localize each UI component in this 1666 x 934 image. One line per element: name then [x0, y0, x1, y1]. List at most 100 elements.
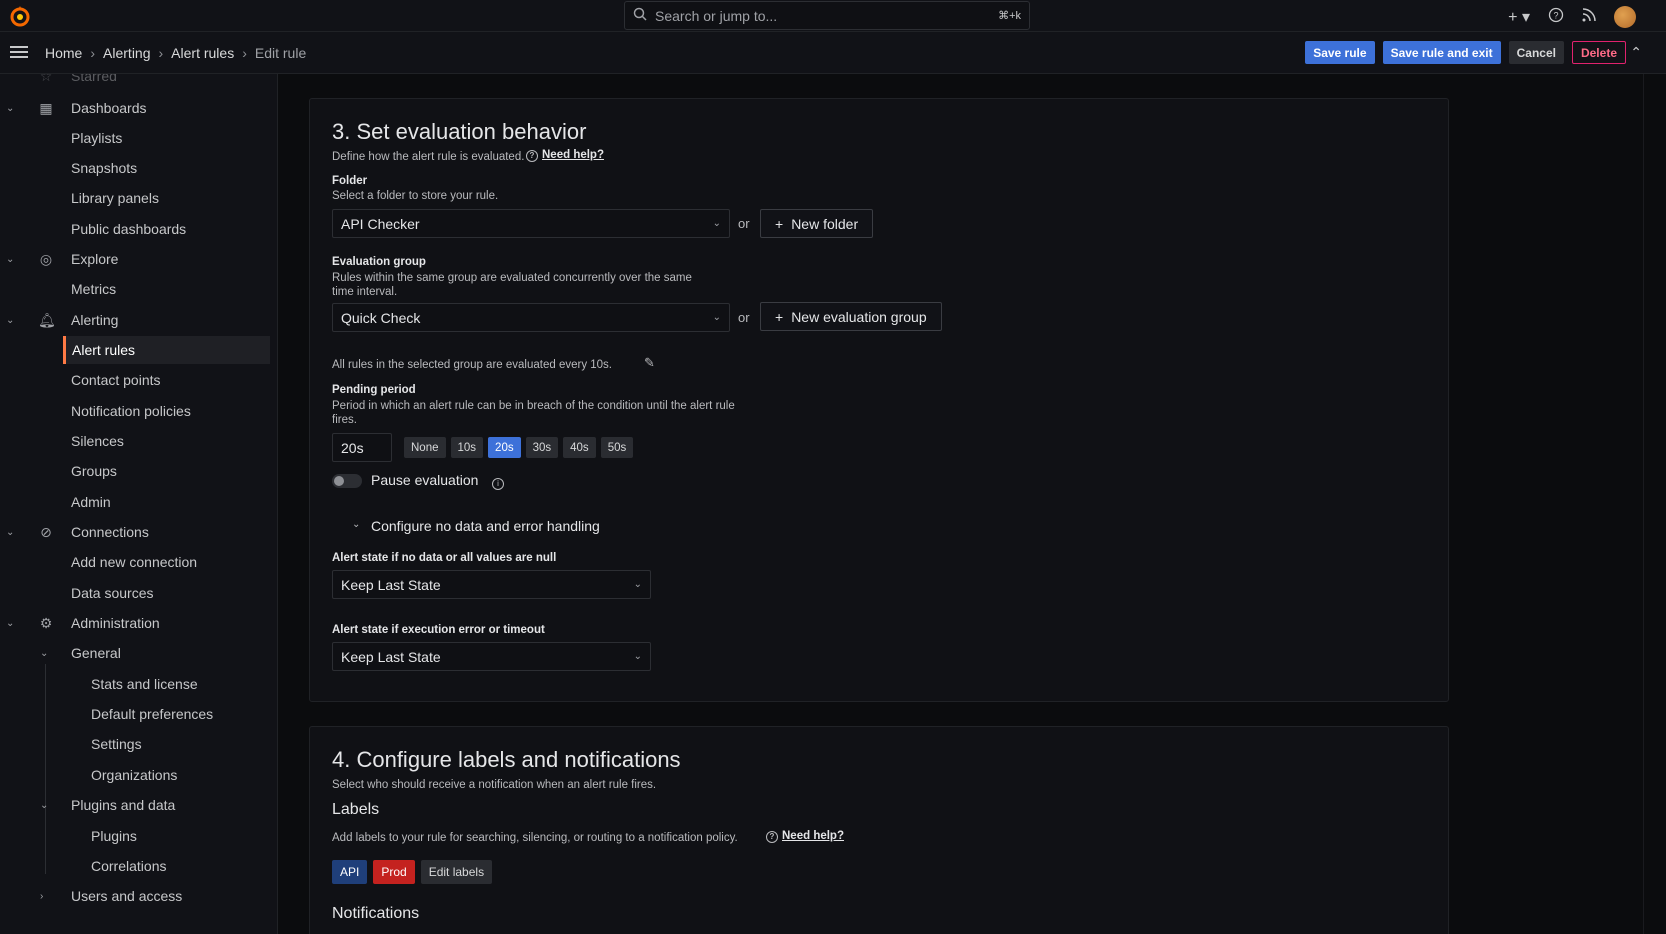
plug-icon: ⊘ [40, 524, 52, 540]
need-help-link[interactable]: ? Need help? [766, 830, 844, 843]
edit-labels-button[interactable]: Edit labels [420, 860, 493, 884]
search-input[interactable]: Search or jump to... ⌘+k [624, 1, 1030, 30]
compass-icon: ◎ [39, 251, 53, 267]
chevron-down-icon[interactable]: ⌄ [6, 254, 14, 265]
delete-button[interactable]: Delete [1571, 41, 1626, 64]
chevron-right-icon[interactable]: › [40, 891, 43, 902]
pending-option-30s[interactable]: 30s [525, 437, 559, 458]
sidebar-item-general[interactable]: ⌄ General [0, 639, 270, 667]
info-icon: ? [526, 150, 538, 162]
sidebar-item-groups[interactable]: Groups [0, 457, 270, 485]
label-chip-api: API [332, 860, 368, 884]
pending-option-10s[interactable]: 10s [450, 437, 484, 458]
notifications-heading: Notifications [332, 905, 420, 922]
sidebar-item-silences[interactable]: Silences [0, 427, 270, 455]
save-rule-button[interactable]: Save rule [1305, 41, 1375, 64]
sidebar-item-admin[interactable]: Admin [0, 488, 270, 516]
chevron-right-icon: › [242, 45, 247, 61]
sidebar-item-public-dashboards[interactable]: Public dashboards [0, 215, 270, 243]
section-description: Select who should receive a notification… [332, 779, 657, 791]
sidebar-item-users-access[interactable]: › Users and access [0, 882, 270, 910]
apps-icon: ▦ [39, 100, 53, 116]
grafana-logo-icon[interactable] [8, 4, 32, 28]
error-state-label: Alert state if execution error or timeou… [332, 624, 545, 636]
chevron-down-icon[interactable]: ⌄ [6, 527, 14, 538]
avatar[interactable] [1614, 6, 1636, 28]
sidebar-item-starred[interactable]: ☆ Starred [0, 74, 270, 90]
info-icon[interactable]: i [492, 474, 508, 490]
pending-period-options: None 10s 20s 30s 40s 50s [404, 437, 634, 458]
sidebar-item-metrics[interactable]: Metrics [0, 275, 270, 303]
chevron-right-icon: › [90, 45, 96, 61]
chevron-down-icon: ⌄ [633, 651, 642, 662]
section-title: 4. Configure labels and notifications [332, 747, 681, 772]
scrollbar[interactable] [1643, 74, 1666, 934]
folder-select[interactable]: API Checker ⌄ [332, 209, 730, 238]
pause-evaluation-label: Pause evaluation [371, 472, 479, 488]
pending-period-label: Pending period [332, 384, 416, 396]
chevron-down-icon[interactable]: ⌄ [6, 103, 14, 114]
pending-option-40s[interactable]: 40s [563, 437, 596, 458]
breadcrumb-alerting[interactable]: Alerting [103, 45, 150, 61]
new-evaluation-group-button[interactable]: + New evaluation group [760, 302, 942, 331]
chevron-down-icon: ⌄ [712, 218, 721, 229]
sidebar-item-administration[interactable]: ⌄ ⚙ Administration [0, 609, 270, 637]
chevron-down-icon[interactable]: ⌄ [6, 618, 14, 629]
sidebar-item-stats-license[interactable]: Stats and license [0, 670, 270, 698]
sidebar-item-explore[interactable]: ⌄ ◎ Explore [0, 245, 270, 273]
pending-option-50s[interactable]: 50s [600, 437, 634, 458]
pause-evaluation-toggle[interactable] [332, 474, 362, 488]
pending-period-input[interactable]: 20s [332, 433, 392, 462]
save-rule-exit-button[interactable]: Save rule and exit [1382, 41, 1501, 64]
sidebar-item-connections[interactable]: ⌄ ⊘ Connections [0, 518, 270, 546]
sidebar-item-snapshots[interactable]: Snapshots [0, 154, 270, 182]
need-help-link[interactable]: ? Need help? [526, 149, 604, 162]
sidebar-item-add-new-connection[interactable]: Add new connection [0, 548, 270, 576]
top-bar: Search or jump to... ⌘+k + ▾ ? [0, 0, 1666, 32]
sidebar-item-library-panels[interactable]: Library panels [0, 184, 270, 212]
evaluation-group-select[interactable]: Quick Check ⌄ [332, 303, 730, 332]
chevron-down-icon[interactable]: ⌄ [40, 800, 48, 811]
pending-option-none[interactable]: None [404, 437, 446, 458]
menu-icon[interactable] [10, 46, 28, 58]
configure-no-data-toggle[interactable]: Configure no data and error handling [371, 518, 600, 534]
breadcrumb-alert-rules[interactable]: Alert rules [171, 45, 234, 61]
error-state-select[interactable]: Keep Last State ⌄ [332, 642, 651, 671]
pending-option-20s[interactable]: 20s [488, 437, 521, 458]
breadcrumb-bar: Home › Alerting › Alert rules › Edit rul… [0, 32, 1666, 74]
sidebar-item-notification-policies[interactable]: Notification policies [0, 397, 270, 425]
evaluation-group-label: Evaluation group [332, 256, 426, 268]
label-chips: API Prod Edit labels [332, 860, 493, 884]
chevron-down-icon[interactable]: ⌄ [6, 315, 14, 326]
label-chip-prod: Prod [373, 860, 415, 884]
sidebar-item-correlations[interactable]: Correlations [0, 852, 270, 880]
sidebar-item-alert-rules[interactable]: Alert rules [63, 336, 270, 364]
labels-notifications-section: 4. Configure labels and notifications Se… [309, 726, 1449, 934]
chevron-up-icon[interactable]: ⌃ [1630, 44, 1642, 61]
sidebar-item-default-preferences[interactable]: Default preferences [0, 700, 270, 728]
plus-icon[interactable]: + ▾ [1508, 7, 1530, 27]
cancel-button[interactable]: Cancel [1508, 41, 1564, 64]
breadcrumb-home[interactable]: Home [45, 45, 82, 61]
chevron-down-icon[interactable]: ⌄ [40, 648, 48, 659]
rss-icon[interactable] [1582, 7, 1596, 27]
new-folder-button[interactable]: + New folder [760, 209, 874, 238]
folder-label: Folder [332, 175, 368, 187]
help-icon[interactable]: ? [1548, 7, 1564, 28]
sidebar-item-plugins-data[interactable]: ⌄ Plugins and data [0, 791, 270, 819]
sidebar-item-plugins[interactable]: Plugins [0, 822, 270, 850]
labels-heading: Labels [332, 801, 380, 818]
sidebar-item-data-sources[interactable]: Data sources [0, 579, 270, 607]
svg-text:?: ? [1553, 10, 1558, 20]
sidebar-item-alerting[interactable]: ⌄ 🔔︎ Alerting [0, 306, 270, 334]
main-content: 3. Set evaluation behavior Define how th… [278, 74, 1643, 934]
chevron-right-icon: › [158, 45, 164, 61]
sidebar-item-organizations[interactable]: Organizations [0, 761, 270, 789]
sidebar-item-dashboards[interactable]: ⌄ ▦ Dashboards [0, 94, 270, 122]
sidebar-item-playlists[interactable]: Playlists [0, 124, 270, 152]
no-data-state-select[interactable]: Keep Last State ⌄ [332, 570, 651, 599]
chevron-down-icon[interactable]: ⌄ [352, 519, 360, 530]
sidebar-item-settings[interactable]: Settings [0, 730, 270, 758]
pencil-icon[interactable]: ✎ [644, 355, 655, 371]
sidebar-item-contact-points[interactable]: Contact points [0, 366, 270, 394]
